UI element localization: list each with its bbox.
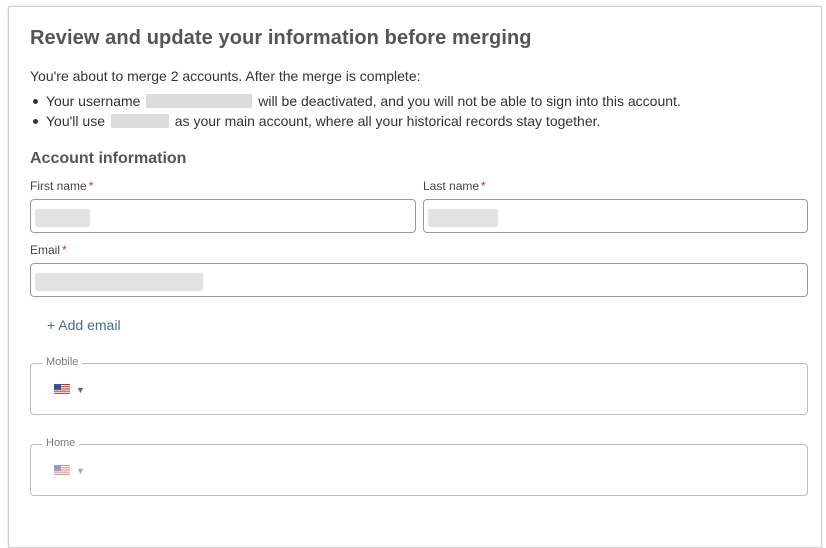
bullet1-suffix: will be deactivated, and you will not be…: [258, 93, 681, 109]
first-name-label: First name *: [30, 179, 93, 193]
account-information-heading: Account information: [30, 150, 187, 167]
redacted-username: [146, 94, 253, 108]
caret-down-icon: ▼: [76, 385, 85, 395]
mobile-country-picker[interactable]: ▼: [54, 383, 88, 397]
last-name-label: Last name *: [423, 179, 486, 193]
redacted-email-value: [35, 273, 203, 291]
merge-review-panel: Review and update your information befor…: [8, 6, 822, 548]
bullet2-suffix: as your main account, where all your his…: [174, 113, 601, 129]
list-item: Your username will be deactivated, and y…: [30, 91, 681, 111]
us-flag-icon: [54, 384, 70, 395]
merge-intro-text: You're about to merge 2 accounts. After …: [30, 68, 421, 84]
bullet1-prefix: Your username: [46, 93, 141, 109]
page-title: Review and update your information befor…: [30, 27, 532, 49]
first-name-field[interactable]: [30, 199, 416, 233]
mobile-phone-field[interactable]: Mobile ▼: [30, 356, 808, 415]
home-phone-field[interactable]: Home ▼: [30, 437, 808, 496]
redacted-last-name-value: [428, 209, 498, 227]
email-label: Email *: [30, 243, 67, 257]
caret-down-icon: ▼: [76, 466, 85, 476]
required-mark: *: [88, 179, 94, 193]
merge-consequences-list: Your username will be deactivated, and y…: [30, 91, 681, 131]
home-label: Home: [42, 437, 80, 449]
required-mark: *: [481, 179, 486, 193]
first-name-label-text: First name: [30, 179, 87, 193]
last-name-label-text: Last name: [423, 179, 480, 193]
bullet2-prefix: You'll use: [46, 113, 105, 129]
us-flag-icon: [54, 465, 70, 476]
redacted-first-name-value: [35, 209, 90, 227]
mobile-label: Mobile: [42, 356, 83, 368]
add-email-button[interactable]: + Add email: [47, 317, 121, 333]
last-name-field[interactable]: [423, 199, 808, 233]
home-country-picker[interactable]: ▼: [54, 464, 88, 478]
list-item: You'll use as your main account, where a…: [30, 111, 681, 131]
redacted-main-account: [110, 114, 169, 128]
email-label-text: Email: [30, 243, 61, 257]
email-field[interactable]: [30, 263, 808, 297]
required-mark: *: [62, 243, 67, 257]
